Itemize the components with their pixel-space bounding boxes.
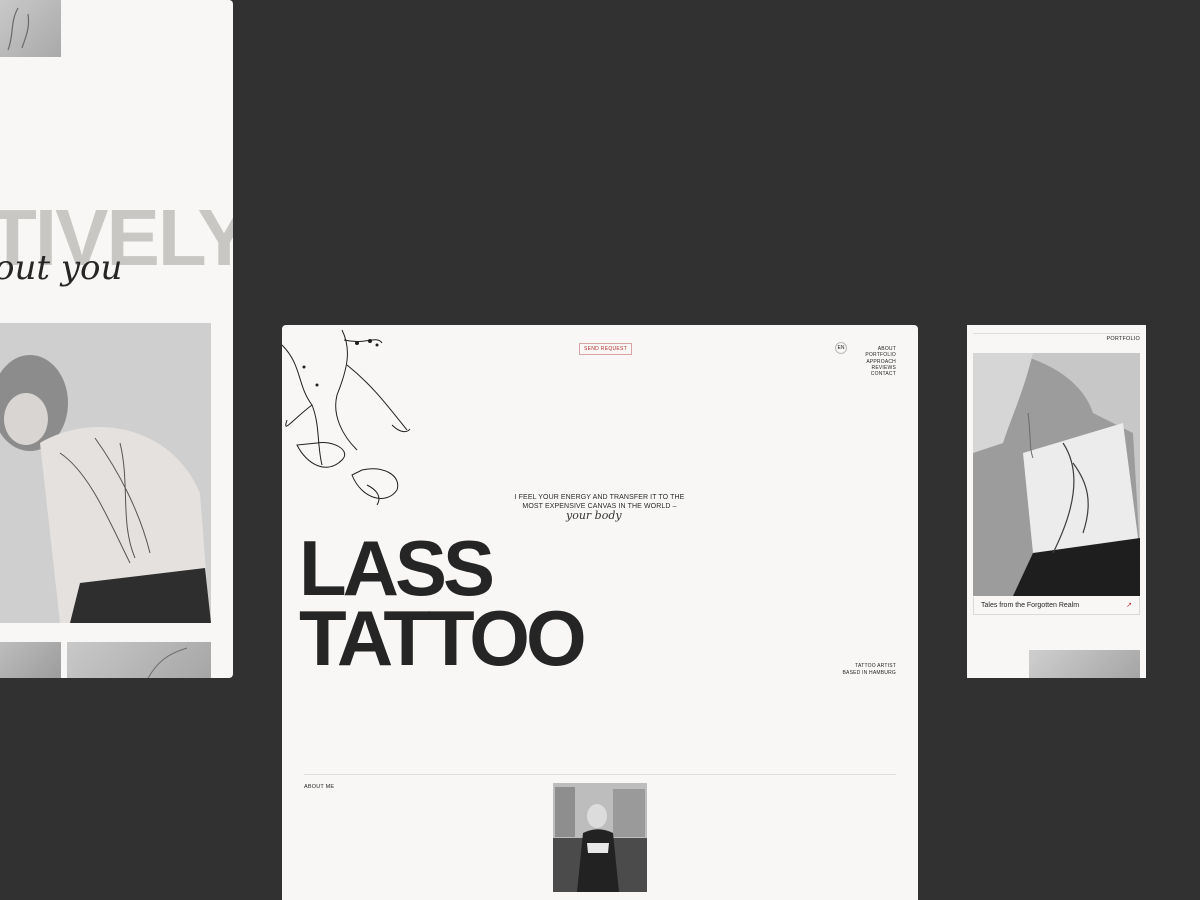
tattooed-back-photo xyxy=(0,323,211,623)
next-portfolio-thumbnail[interactable] xyxy=(1029,650,1140,678)
left-page-preview: TIVELY. out you xyxy=(0,0,233,678)
header-divider xyxy=(973,333,1140,334)
main-navigation: ABOUT PORTFOLIO APPROACH REVIEWS CONTACT xyxy=(865,346,896,377)
portfolio-caption-bar[interactable]: Tales from the Forgotten Realm ↗ xyxy=(973,597,1140,615)
bottom-thumbnail-1 xyxy=(0,642,61,678)
bottom-thumbnail-2 xyxy=(67,642,211,678)
top-thumbnail-image xyxy=(0,0,61,57)
language-switch-button[interactable]: EN xyxy=(835,342,847,354)
hero-title-line-1: LASS xyxy=(299,524,495,612)
portfolio-label[interactable]: PORTFOLIO xyxy=(1107,336,1140,342)
artist-meta: TATTOO ARTIST BASED IN HAMBURG xyxy=(843,663,897,676)
nav-item-approach[interactable]: APPROACH xyxy=(865,359,896,365)
tattooed-arm-photo[interactable] xyxy=(973,353,1140,596)
hero-title-line-2: TATTOO xyxy=(299,594,587,682)
artist-portrait-photo xyxy=(553,783,647,892)
floral-illustration xyxy=(282,325,412,515)
section-divider xyxy=(304,774,896,775)
quote-line-1: I FEEL YOUR ENERGY AND TRANSFER IT TO TH… xyxy=(514,494,685,501)
script-subheadline: out you xyxy=(0,248,123,288)
portfolio-item-title: Tales from the Forgotten Realm xyxy=(981,602,1080,609)
about-section-label: ABOUT ME xyxy=(304,784,335,790)
quote-script-text: your body xyxy=(566,509,622,522)
arrow-up-right-icon[interactable]: ↗ xyxy=(1126,601,1132,609)
portfolio-page-preview: PORTFOLIO Tales from the Forgotten Realm… xyxy=(967,325,1146,678)
nav-item-portfolio[interactable]: PORTFOLIO xyxy=(865,352,896,358)
meta-line-2: BASED IN HAMBURG xyxy=(842,669,896,676)
send-request-button[interactable]: SEND REQUEST xyxy=(579,343,633,355)
main-landing-page: SEND REQUEST EN ABOUT PORTFOLIO APPROACH… xyxy=(282,325,918,900)
hero-title: LASS TATTOO xyxy=(299,524,587,682)
nav-item-contact[interactable]: CONTACT xyxy=(865,371,896,377)
